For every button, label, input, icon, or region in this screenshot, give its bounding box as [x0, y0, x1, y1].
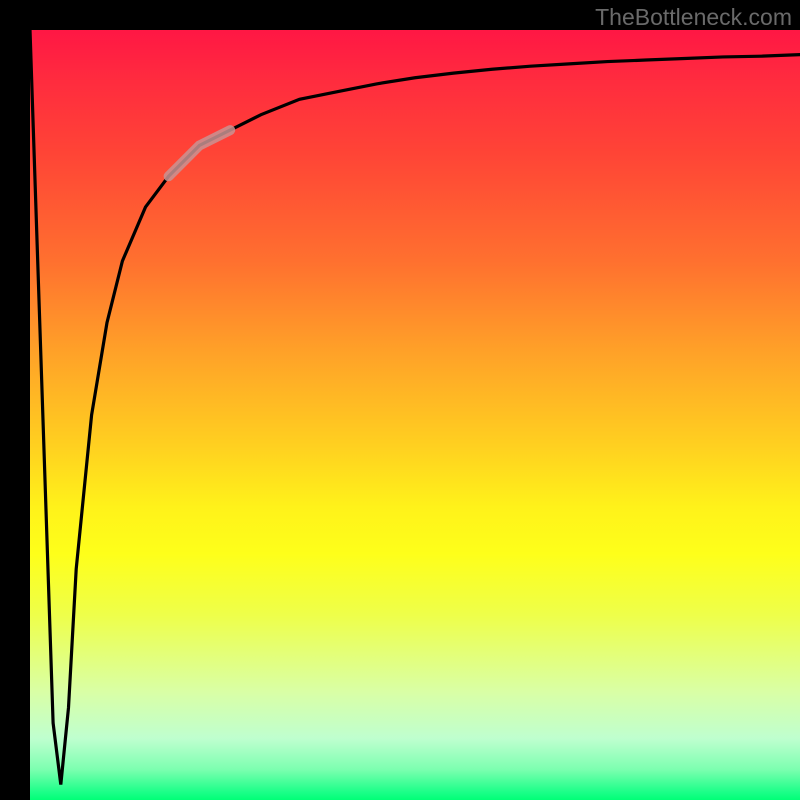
highlight-segment-path: [169, 130, 231, 176]
watermark-label: TheBottleneck.com: [595, 4, 792, 31]
chart-frame: TheBottleneck.com: [0, 0, 800, 800]
plot-area: [30, 30, 800, 800]
bottleneck-curve-path: [30, 30, 800, 785]
curve-svg: [30, 30, 800, 800]
